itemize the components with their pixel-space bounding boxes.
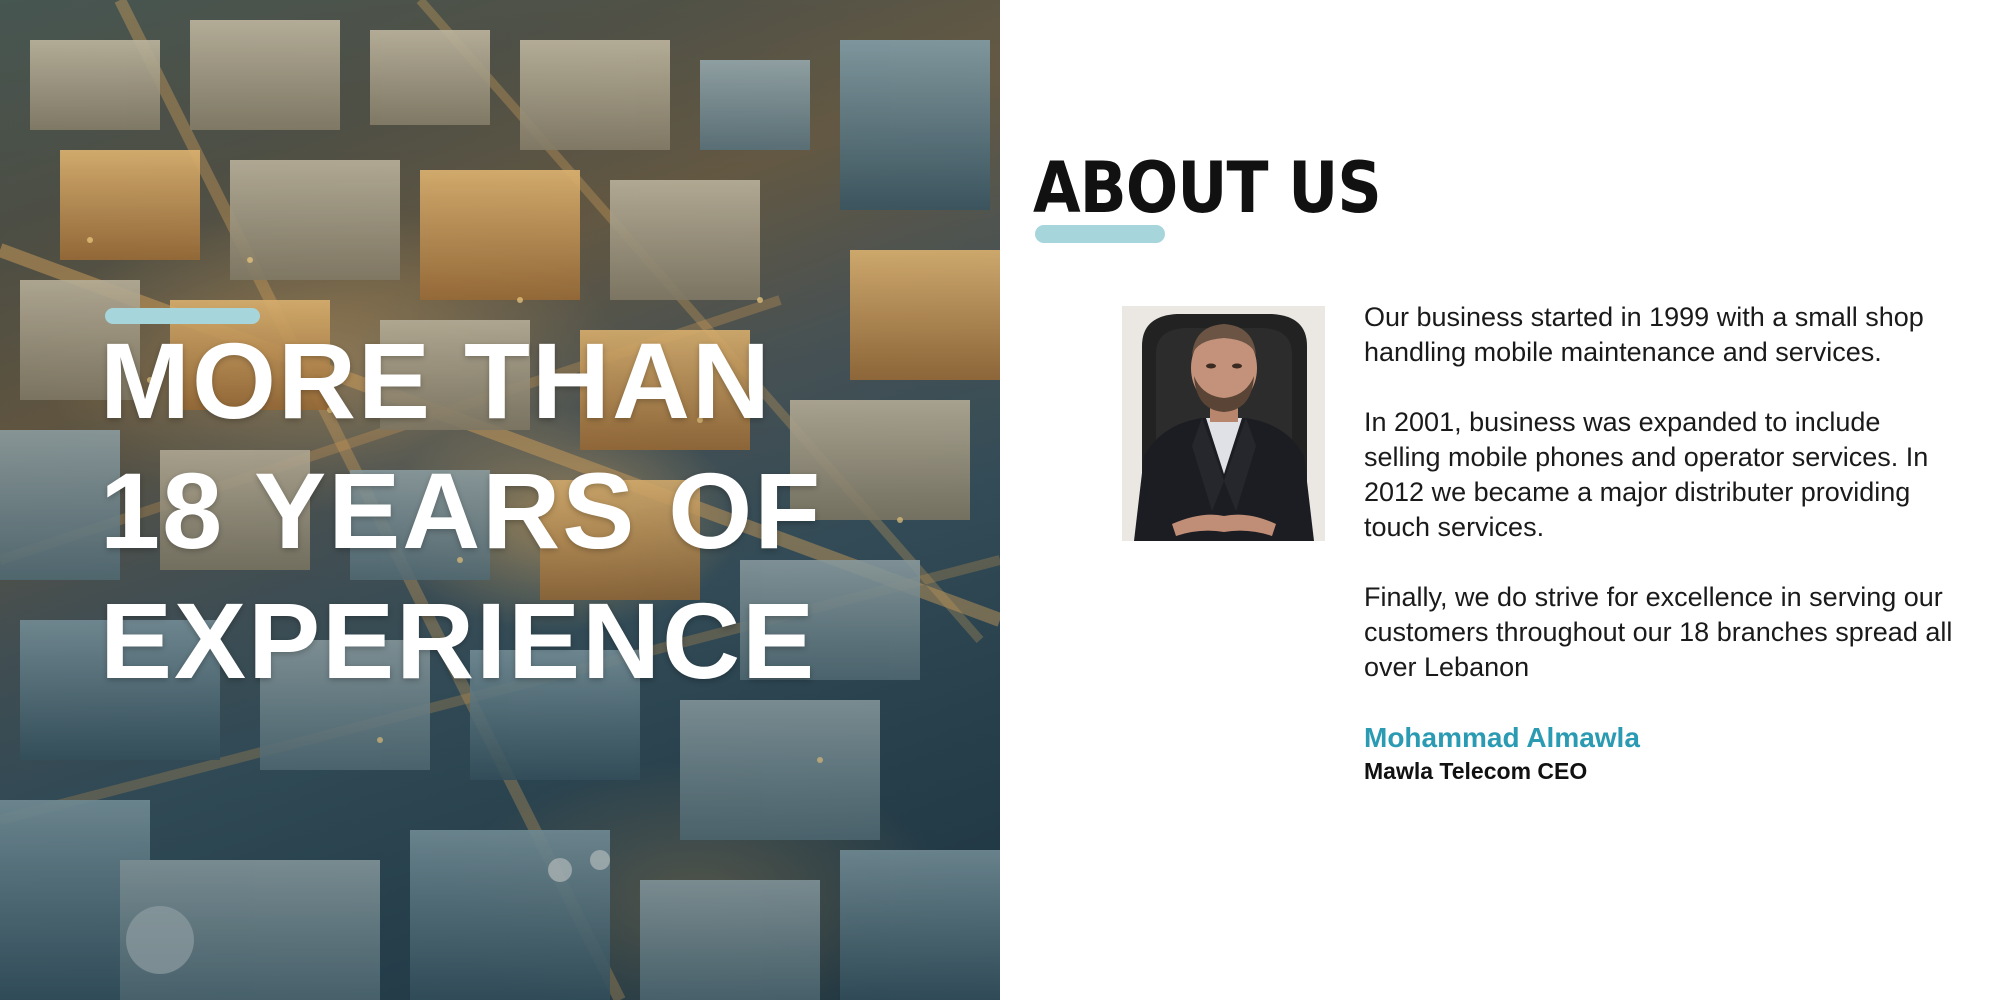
hero-headline-line-1: MORE THAN: [100, 320, 772, 441]
about-page: MORE THAN 18 YEARS OF EXPERIENCE ABOUT U…: [0, 0, 2000, 1000]
about-paragraph-1: Our business started in 1999 with a smal…: [1364, 302, 1924, 367]
hero-headline-line-2: 18 YEARS OF: [100, 450, 823, 571]
about-title: ABOUT US: [1033, 147, 1382, 229]
about-text-block: Our business started in 1999 with a smal…: [1364, 300, 1964, 786]
hero-headline-line-3: EXPERIENCE: [100, 580, 817, 701]
about-accent-bar: [1035, 225, 1165, 243]
ceo-portrait-photo: [1122, 306, 1325, 541]
hero-panel: MORE THAN 18 YEARS OF EXPERIENCE: [0, 0, 1000, 1000]
about-paragraph-2: In 2001, business was expanded to includ…: [1364, 407, 1929, 542]
ceo-role: Mawla Telecom CEO: [1364, 758, 1588, 784]
ceo-photo: [1122, 306, 1325, 541]
about-paragraph-3: Finally, we do strive for excellence in …: [1364, 582, 1953, 682]
hero-headline: MORE THAN 18 YEARS OF EXPERIENCE: [100, 316, 960, 706]
ceo-name: Mohammad Almawla: [1364, 722, 1640, 753]
